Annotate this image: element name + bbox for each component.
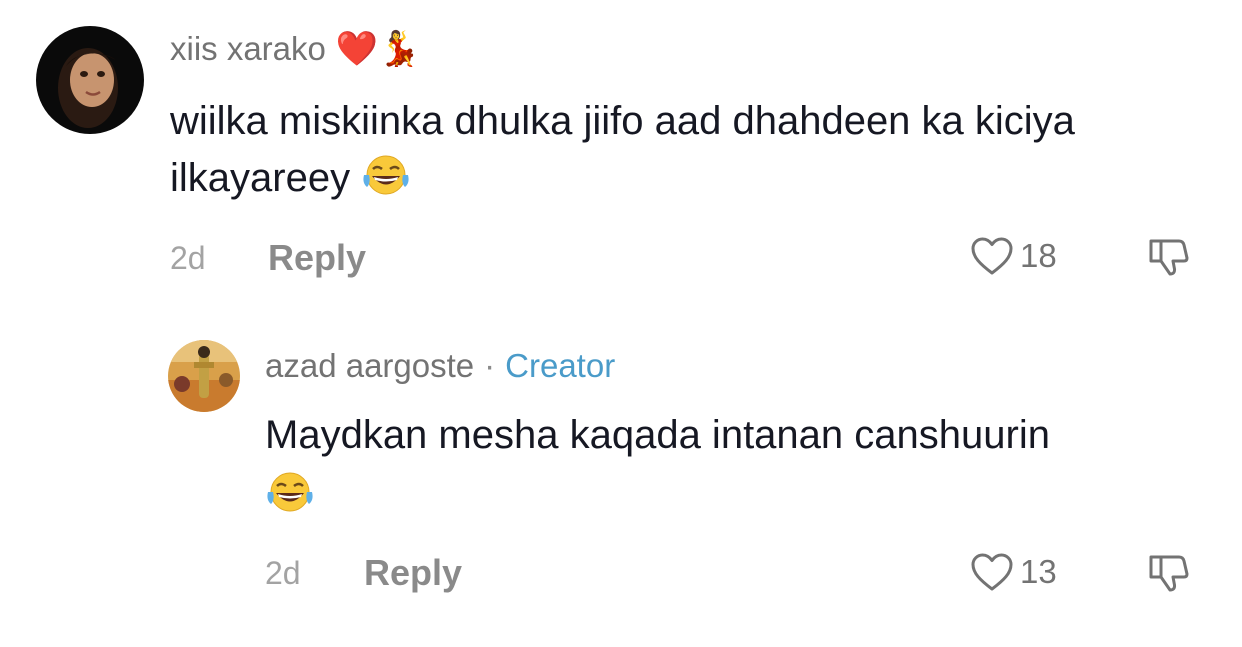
- creator-badge: Creator: [505, 347, 616, 384]
- like-count: 13: [1020, 553, 1057, 590]
- reply-button[interactable]: Reply: [268, 237, 366, 279]
- reply-button[interactable]: Reply: [364, 552, 462, 594]
- thumbs-down-icon[interactable]: [1147, 550, 1191, 594]
- comment-age: 2d: [265, 555, 301, 591]
- username-text[interactable]: azad aargoste: [265, 347, 474, 385]
- like-button[interactable]: 13: [970, 552, 1057, 592]
- like-button[interactable]: 18: [970, 236, 1057, 276]
- comment-text-content: Maydkan mesha kaqada intanan canshuurin: [265, 413, 1050, 457]
- comment-text-content: wiilka miskiinka dhulka jiifo aad dhahde…: [170, 99, 1075, 200]
- comment-username[interactable]: azad aargoste · Creator: [265, 347, 615, 385]
- laughing-emoji-icon: [267, 472, 313, 512]
- thumbs-down-icon[interactable]: [1147, 234, 1191, 278]
- comment-text: wiilka miskiinka dhulka jiifo aad dhahde…: [170, 93, 1170, 207]
- username-separator: ·: [484, 347, 496, 384]
- comment-age: 2d: [170, 240, 206, 276]
- avatar[interactable]: [168, 340, 240, 412]
- username-emojis: ❤️💃: [335, 30, 421, 68]
- avatar[interactable]: [36, 26, 144, 134]
- laughing-emoji-icon: [363, 155, 409, 195]
- username-text[interactable]: xiis xarako: [170, 30, 326, 68]
- like-count: 18: [1020, 237, 1057, 274]
- comment-text: Maydkan mesha kaqada intanan canshuurin: [265, 407, 1205, 524]
- heart-icon: [971, 553, 1013, 591]
- heart-icon: [971, 237, 1013, 275]
- comment-username[interactable]: xiis xarako ❤️💃: [170, 30, 421, 68]
